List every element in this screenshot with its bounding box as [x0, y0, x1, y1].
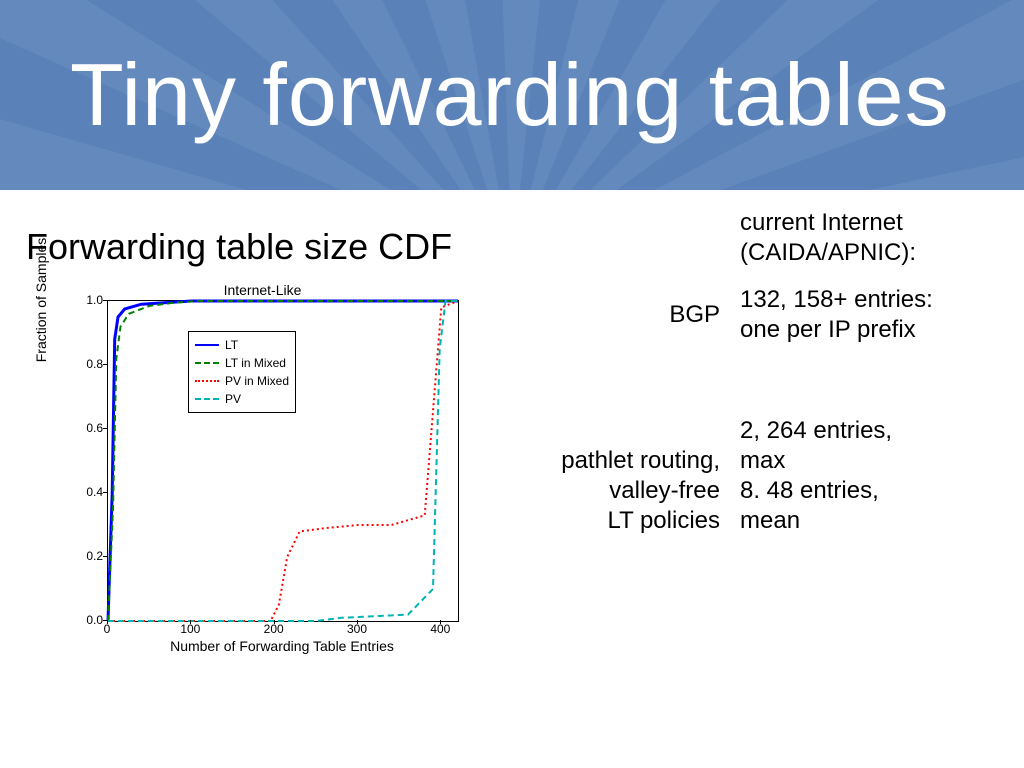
legend-item: PV: [195, 390, 289, 408]
context-note: current Internet (CAIDA/APNIC):: [740, 208, 916, 268]
slide-title: Tiny forwarding tables: [0, 44, 950, 146]
legend: LTLT in MixedPV in MixedPV: [188, 331, 296, 413]
legend-item: LT in Mixed: [195, 354, 289, 372]
legend-label: PV in Mixed: [225, 372, 289, 390]
legend-item: LT: [195, 336, 289, 354]
legend-swatch: [195, 344, 219, 346]
x-tick: 300: [342, 622, 372, 636]
x-tick: 400: [425, 622, 455, 636]
legend-label: LT in Mixed: [225, 354, 286, 372]
x-tick: 100: [175, 622, 205, 636]
chart-subtitle: Forwarding table size CDF: [26, 226, 452, 268]
content-area: Forwarding table size CDF Internet-Like …: [0, 190, 1024, 768]
y-tick: 1.0: [75, 293, 103, 307]
title-banner: Tiny forwarding tables: [0, 0, 1024, 190]
legend-item: PV in Mixed: [195, 372, 289, 390]
bgp-label: BGP: [640, 300, 720, 330]
bgp-value: 132, 158+ entries: one per IP prefix: [740, 285, 933, 345]
y-tick: 0.4: [75, 485, 103, 499]
plot-area: LTLT in MixedPV in MixedPV: [107, 300, 459, 622]
legend-swatch: [195, 398, 219, 400]
x-tick: 200: [259, 622, 289, 636]
pathlet-value: 2, 264 entries, max 8. 48 entries, mean: [740, 416, 892, 536]
x-tick: 0: [92, 622, 122, 636]
legend-swatch: [195, 362, 219, 364]
pathlet-label: pathlet routing, valley-free LT policies: [540, 446, 720, 536]
y-tick: 0.8: [75, 357, 103, 371]
legend-label: PV: [225, 390, 241, 408]
cdf-chart: Internet-Like Fraction of Samples LTLT i…: [55, 282, 470, 682]
x-axis-label: Number of Forwarding Table Entries: [107, 638, 457, 654]
chart-title: Internet-Like: [55, 282, 470, 298]
legend-swatch: [195, 380, 219, 382]
y-axis-label: Fraction of Samples: [33, 140, 49, 460]
y-tick: 0.6: [75, 421, 103, 435]
y-tick: 0.2: [75, 549, 103, 563]
legend-label: LT: [225, 336, 238, 354]
